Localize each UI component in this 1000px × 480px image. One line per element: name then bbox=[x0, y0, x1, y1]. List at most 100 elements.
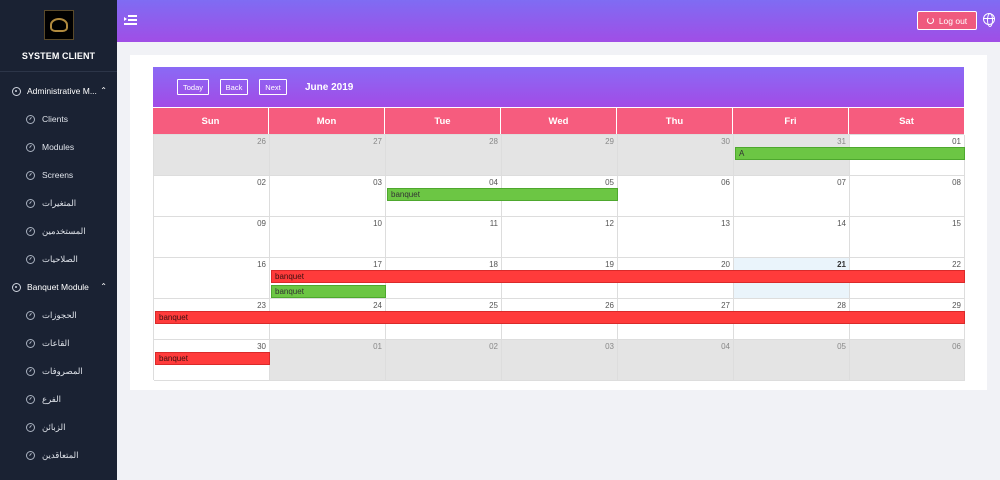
day-cell[interactable]: 11 bbox=[386, 217, 502, 258]
day-cell[interactable]: 03 bbox=[270, 176, 386, 217]
sidebar-item-permissions[interactable]: الصلاحيات bbox=[0, 251, 117, 267]
calendar-event[interactable]: banquet bbox=[271, 285, 386, 298]
day-number[interactable]: 06 bbox=[721, 178, 730, 187]
sidebar-item-clients[interactable]: Clients bbox=[0, 111, 117, 127]
day-cell[interactable]: 01 bbox=[270, 340, 386, 381]
day-number[interactable]: 14 bbox=[837, 219, 846, 228]
day-cell[interactable]: 13 bbox=[618, 217, 734, 258]
day-number[interactable]: 29 bbox=[605, 137, 614, 146]
day-number[interactable]: 25 bbox=[489, 301, 498, 310]
day-cell[interactable]: 09 bbox=[154, 217, 270, 258]
day-cell[interactable]: 15 bbox=[850, 217, 965, 258]
day-number[interactable]: 19 bbox=[605, 260, 614, 269]
day-number[interactable]: 05 bbox=[605, 178, 614, 187]
sidebar-item-modules[interactable]: Modules bbox=[0, 139, 117, 155]
day-number[interactable]: 09 bbox=[257, 219, 266, 228]
day-number[interactable]: 30 bbox=[721, 137, 730, 146]
calendar-event[interactable]: banquet bbox=[155, 352, 270, 365]
day-number[interactable]: 27 bbox=[373, 137, 382, 146]
day-number[interactable]: 07 bbox=[837, 178, 846, 187]
sidebar-group-label: Banquet Module bbox=[27, 282, 89, 292]
sidebar-item-variables[interactable]: المتغيرات bbox=[0, 195, 117, 211]
day-number[interactable]: 16 bbox=[257, 260, 266, 269]
day-number[interactable]: 21 bbox=[837, 260, 846, 269]
day-number[interactable]: 30 bbox=[257, 342, 266, 351]
day-number[interactable]: 29 bbox=[952, 301, 961, 310]
day-number[interactable]: 18 bbox=[489, 260, 498, 269]
sidebar-item-label: المتغيرات bbox=[42, 197, 77, 208]
sidebar-item-expenses[interactable]: المصروفات bbox=[0, 363, 117, 379]
globe-icon[interactable] bbox=[983, 13, 995, 27]
sidebar-item-contractors[interactable]: المتعاقدين bbox=[0, 447, 117, 463]
day-cell[interactable]: 10 bbox=[270, 217, 386, 258]
day-number[interactable]: 01 bbox=[952, 137, 961, 146]
day-cell[interactable]: 14 bbox=[734, 217, 850, 258]
sidebar-group-banquet[interactable]: Banquet Module ⌃ bbox=[0, 279, 117, 295]
day-number[interactable]: 08 bbox=[952, 178, 961, 187]
sidebar-item-halls[interactable]: القاعات bbox=[0, 335, 117, 351]
day-cell[interactable]: 06 bbox=[850, 340, 965, 381]
top-bar: Log out bbox=[117, 0, 1000, 42]
day-number[interactable]: 11 bbox=[490, 219, 498, 228]
day-number[interactable]: 28 bbox=[837, 301, 846, 310]
sidebar-item-customers[interactable]: الزبائن bbox=[0, 419, 117, 435]
day-number[interactable]: 03 bbox=[605, 342, 614, 351]
sidebar-item-users[interactable]: المستخدمين bbox=[0, 223, 117, 239]
day-number[interactable]: 22 bbox=[952, 260, 961, 269]
day-number[interactable]: 01 bbox=[373, 342, 382, 351]
day-cell[interactable]: 03 bbox=[502, 340, 618, 381]
dashboard-icon bbox=[26, 226, 35, 236]
day-number[interactable]: 12 bbox=[605, 219, 614, 228]
next-button[interactable]: Next bbox=[259, 79, 287, 95]
day-number[interactable]: 31 bbox=[837, 137, 846, 146]
calendar-event[interactable]: banquet bbox=[155, 311, 965, 324]
day-number[interactable]: 15 bbox=[952, 219, 961, 228]
day-number[interactable]: 13 bbox=[721, 219, 730, 228]
sidebar-item-screens[interactable]: Screens bbox=[0, 167, 117, 183]
app-logo bbox=[44, 10, 74, 40]
day-cell[interactable]: 16 bbox=[154, 258, 270, 299]
calendar-event[interactable]: A bbox=[735, 147, 965, 160]
day-number[interactable]: 23 bbox=[257, 301, 266, 310]
day-cell[interactable]: 04 bbox=[618, 340, 734, 381]
day-number[interactable]: 10 bbox=[373, 219, 382, 228]
day-cell[interactable]: 26 bbox=[154, 135, 270, 176]
day-cell[interactable]: 06 bbox=[618, 176, 734, 217]
sidebar-group-administrative[interactable]: Administrative M... ⌃ bbox=[0, 83, 117, 99]
day-number[interactable]: 03 bbox=[373, 178, 382, 187]
day-number[interactable]: 05 bbox=[837, 342, 846, 351]
today-button[interactable]: Today bbox=[177, 79, 209, 95]
sidebar-item-reservations[interactable]: الحجوزات bbox=[0, 307, 117, 323]
day-number[interactable]: 17 bbox=[373, 260, 382, 269]
day-number[interactable]: 02 bbox=[489, 342, 498, 351]
day-cell[interactable]: 27 bbox=[270, 135, 386, 176]
calendar-event[interactable]: banquet bbox=[271, 270, 965, 283]
day-cell[interactable]: 30 bbox=[618, 135, 734, 176]
day-cell[interactable]: 29 bbox=[502, 135, 618, 176]
logout-button[interactable]: Log out bbox=[917, 11, 977, 30]
day-cell[interactable]: 02 bbox=[154, 176, 270, 217]
day-number[interactable]: 26 bbox=[605, 301, 614, 310]
day-number[interactable]: 28 bbox=[489, 137, 498, 146]
day-cell[interactable]: 02 bbox=[386, 340, 502, 381]
calendar-event[interactable]: banquet bbox=[387, 188, 618, 201]
power-icon bbox=[926, 17, 934, 24]
day-cell[interactable]: 28 bbox=[386, 135, 502, 176]
day-number[interactable]: 20 bbox=[721, 260, 730, 269]
day-number[interactable]: 04 bbox=[721, 342, 730, 351]
day-cell[interactable]: 07 bbox=[734, 176, 850, 217]
day-number[interactable]: 26 bbox=[257, 137, 266, 146]
dashboard-icon bbox=[26, 170, 35, 180]
day-number[interactable]: 24 bbox=[373, 301, 382, 310]
day-number[interactable]: 02 bbox=[257, 178, 266, 187]
menu-toggle-icon[interactable] bbox=[124, 14, 137, 26]
day-number[interactable]: 04 bbox=[489, 178, 498, 187]
back-button[interactable]: Back bbox=[220, 79, 248, 95]
day-cell[interactable]: 05 bbox=[734, 340, 850, 381]
day-cell[interactable]: 08 bbox=[850, 176, 965, 217]
day-cell[interactable]: 12 bbox=[502, 217, 618, 258]
sidebar-item-branch[interactable]: الفرع bbox=[0, 391, 117, 407]
sidebar-item-label: الصلاحيات bbox=[42, 253, 78, 264]
day-number[interactable]: 06 bbox=[952, 342, 961, 351]
day-number[interactable]: 27 bbox=[721, 301, 730, 310]
